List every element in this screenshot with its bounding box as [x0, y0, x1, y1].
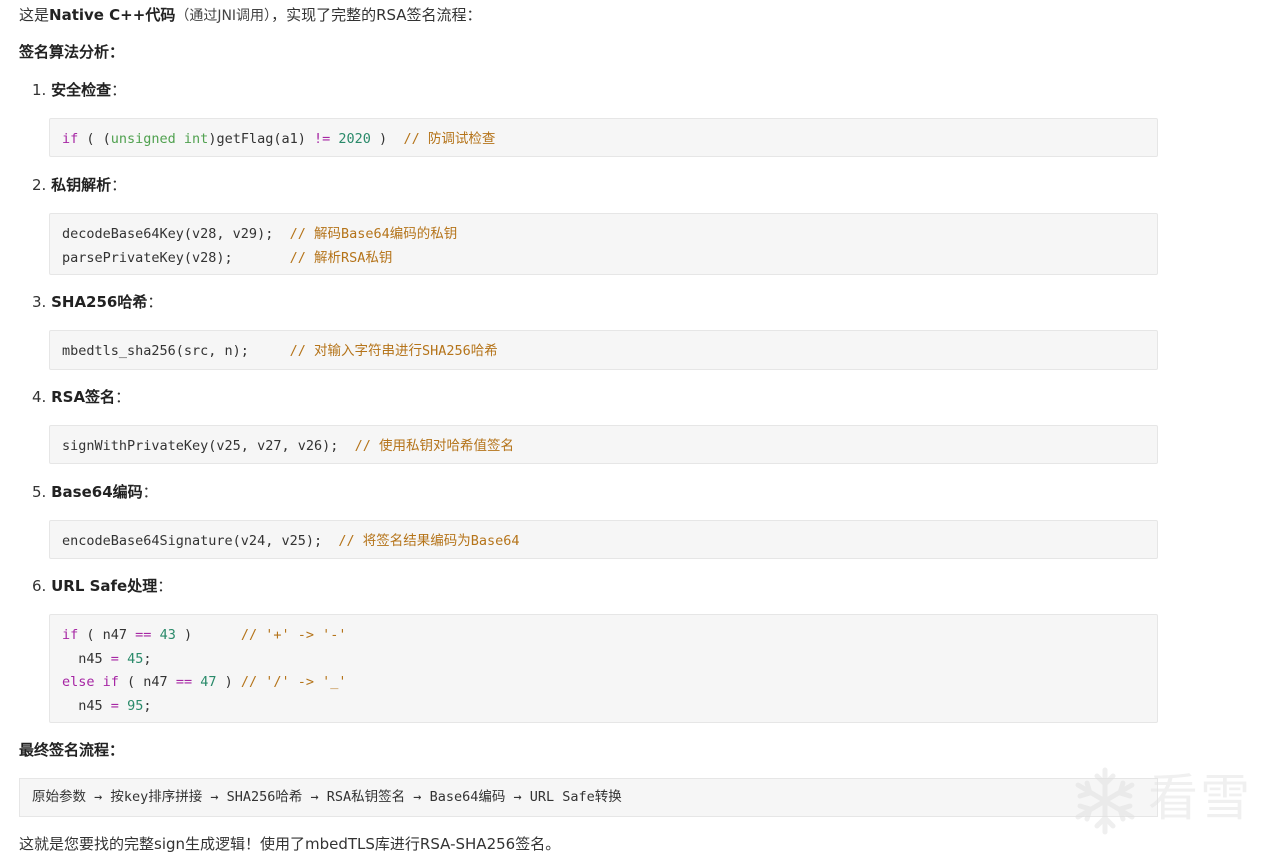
code-comment: // 将签名结果编码为Base64 — [338, 533, 520, 549]
step-6-title: 6. URL Safe处理： — [32, 574, 172, 598]
code-comment: // 解码Base64编码的私钥 — [289, 226, 458, 242]
code-token: = — [110, 650, 119, 667]
code-block-1: if ( (unsigned int)getFlag(a1) != 2020 )… — [49, 118, 1158, 157]
analysis-heading: 签名算法分析： — [19, 43, 125, 61]
code-token: signWithPrivateKey(v25, v27, v26); — [62, 438, 355, 454]
step-number: 5. — [32, 483, 47, 501]
code-block-5: encodeBase64Signature(v24, v25); // 将签名结… — [49, 520, 1158, 559]
intro-paragraph: 这是Native C++代码（通过JNI调用），实现了完整的RSA签名流程： — [19, 3, 482, 28]
code-token: 95 — [127, 697, 144, 714]
step-1-title: 1. 安全检查： — [32, 78, 126, 102]
code-token: 43 — [159, 627, 176, 643]
code-block-4: signWithPrivateKey(v25, v27, v26); // 使用… — [49, 425, 1158, 464]
signature-flow: 原始参数 → 按key排序拼接 → SHA256哈希 → RSA私钥签名 → B… — [19, 778, 1158, 817]
intro-prefix: 这是 — [19, 6, 50, 24]
step-3-title: 3. SHA256哈希： — [32, 290, 162, 314]
kanxue-watermark: 看雪 — [1070, 764, 1255, 836]
step-label: Base64编码 — [51, 483, 143, 501]
conclusion-paragraph: 这就是您要找的完整sign生成逻辑！使用了mbedTLS库进行RSA-SHA25… — [19, 835, 561, 853]
step-colon: ： — [115, 388, 131, 406]
code-token: == — [135, 627, 152, 643]
code-comment: // 防调试检查 — [403, 131, 496, 147]
code-token: ; — [143, 697, 152, 714]
step-label: URL Safe处理 — [51, 577, 158, 595]
code-comment: // 使用私钥对哈希值签名 — [354, 438, 514, 454]
code-token: encodeBase64Signature(v24, v25); — [62, 533, 339, 549]
code-line: if ( n47 == 43 ) // '+' -> '-' — [62, 624, 1145, 648]
step-4-title: 4. RSA签名： — [32, 385, 130, 409]
code-token: == — [175, 674, 193, 690]
final-heading: 最终签名流程： — [19, 741, 125, 759]
code-token: decodeBase64Key(v28, v29); — [62, 226, 290, 242]
code-line: n45 = 95; — [62, 695, 1145, 719]
code-token: n45 — [62, 697, 111, 714]
code-comment: // 对输入字符串进行SHA256哈希 — [289, 343, 498, 359]
step-label: SHA256哈希 — [51, 293, 148, 311]
code-block-6: if ( n47 == 43 ) // '+' -> '-' n45 = 45;… — [49, 614, 1158, 723]
code-token: parsePrivateKey(v28); — [62, 249, 290, 266]
step-5-title: 5. Base64编码： — [32, 480, 158, 504]
code-token: != — [314, 131, 331, 147]
step-colon: ： — [157, 577, 173, 595]
step-number: 6. — [32, 577, 47, 595]
code-block-2: decodeBase64Key(v28, v29); // 解码Base64编码… — [49, 213, 1158, 275]
code-token: )getFlag(a1) — [208, 131, 314, 147]
step-colon: ： — [147, 293, 163, 311]
step-colon: ： — [111, 176, 127, 194]
step-colon: ： — [111, 81, 127, 99]
step-label: RSA签名 — [51, 388, 116, 406]
code-line: n45 = 45; — [62, 648, 1145, 672]
code-line: encodeBase64Signature(v24, v25); // 将签名结… — [62, 530, 1145, 554]
code-token: ) — [216, 674, 241, 690]
code-line: parsePrivateKey(v28); // 解析RSA私钥 — [62, 247, 1145, 271]
code-token: ) — [370, 131, 404, 147]
code-token: ( n47 — [78, 627, 136, 643]
code-line: signWithPrivateKey(v25, v27, v26); // 使用… — [62, 435, 1145, 459]
code-token: ( ( — [78, 131, 111, 147]
code-token: ; — [143, 650, 152, 667]
watermark-text: 看雪 — [1148, 769, 1252, 827]
step-2-title: 2. 私钥解析： — [32, 173, 126, 197]
code-comment: // 解析RSA私钥 — [289, 249, 393, 266]
code-token: = — [110, 697, 119, 714]
step-number: 2. — [32, 176, 47, 194]
intro-bold: Native C++代码 — [49, 6, 176, 24]
step-colon: ： — [142, 483, 158, 501]
code-token: if — [62, 627, 79, 643]
code-line: decodeBase64Key(v28, v29); // 解码Base64编码… — [62, 223, 1145, 247]
code-token: n45 — [62, 650, 111, 667]
code-token: if — [62, 131, 79, 147]
code-token: mbedtls_sha256(src, n); — [62, 343, 290, 359]
code-token: else if — [62, 674, 119, 690]
code-line: if ( (unsigned int)getFlag(a1) != 2020 )… — [62, 128, 1145, 152]
intro-note: （通过JNI调用） — [175, 8, 272, 24]
step-label: 私钥解析 — [51, 176, 112, 194]
article-content: 这是Native C++代码（通过JNI调用），实现了完整的RSA签名流程： 签… — [0, 0, 1271, 857]
code-token: ) — [175, 627, 241, 643]
code-token: 45 — [127, 650, 144, 667]
code-block-3: mbedtls_sha256(src, n); // 对输入字符串进行SHA25… — [49, 330, 1158, 370]
intro-suffix: ，实现了完整的RSA签名流程： — [271, 6, 482, 24]
step-number: 1. — [32, 81, 47, 99]
snowflake-icon — [1075, 767, 1135, 835]
code-token: 2020 — [338, 131, 371, 147]
code-comment: // '+' -> '-' — [240, 627, 347, 643]
step-number: 4. — [32, 388, 47, 406]
step-label: 安全检查 — [51, 81, 112, 99]
code-token: 47 — [200, 674, 217, 690]
code-token: ( n47 — [118, 674, 176, 690]
step-number: 3. — [32, 293, 47, 311]
code-line: else if ( n47 == 47 ) // '/' -> '_' — [62, 671, 1145, 695]
code-comment: // '/' -> '_' — [240, 674, 347, 690]
code-token: unsigned int — [110, 131, 209, 147]
code-line: mbedtls_sha256(src, n); // 对输入字符串进行SHA25… — [62, 340, 1145, 364]
